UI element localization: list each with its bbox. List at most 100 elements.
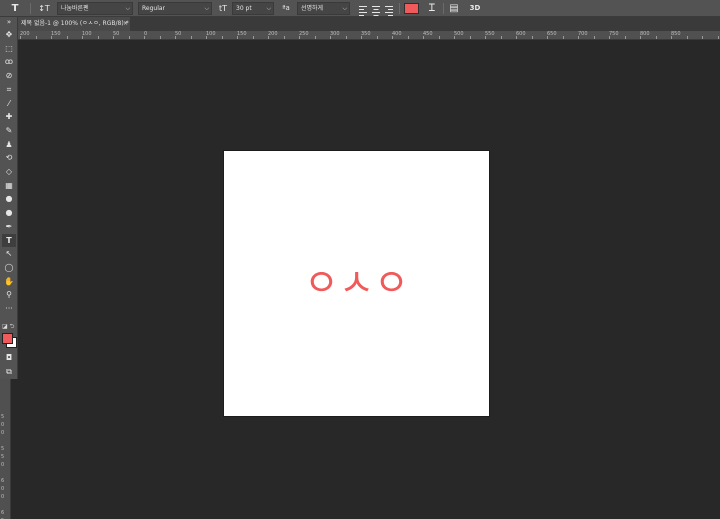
align-center-icon xyxy=(372,6,380,16)
collapse-panel-icon[interactable]: » xyxy=(2,17,16,27)
ellipse-tool-icon[interactable]: ◯ xyxy=(2,261,16,274)
ruler-tick xyxy=(376,36,378,39)
foreground-color-swatch[interactable] xyxy=(2,333,13,344)
ruler-tick xyxy=(206,36,207,39)
ruler-label: 150 xyxy=(51,31,61,37)
eyedropper-tool-icon[interactable]: ⁄ xyxy=(2,97,16,110)
ruler-label: 5 xyxy=(1,414,5,420)
ruler-tick xyxy=(35,36,37,39)
font-family-value: 나눔바른펜 xyxy=(61,5,89,12)
ruler-tick xyxy=(361,36,362,39)
ruler-tick xyxy=(423,36,424,39)
ruler-tick xyxy=(252,36,254,39)
divider xyxy=(30,3,31,14)
ruler-tick xyxy=(562,36,564,39)
ruler-tick xyxy=(454,36,455,39)
marquee-tool-icon[interactable]: ⬚ xyxy=(2,42,16,55)
zoom-tool-icon[interactable]: ⚲ xyxy=(2,288,16,301)
document-tab-bar: 제목 없음-1 @ 100% (ㅇㅅㅇ, RGB/8) * × xyxy=(18,17,720,31)
align-left-button[interactable] xyxy=(358,2,368,16)
dodge-tool-icon[interactable]: ● xyxy=(2,206,16,219)
ruler-label: 100 xyxy=(82,31,92,37)
brush-tool-icon[interactable]: ✎ xyxy=(2,124,16,137)
quick-select-tool-icon[interactable]: ⊘ xyxy=(2,69,16,82)
lasso-tool-icon[interactable]: ꝏ xyxy=(2,55,16,68)
ruler-tick xyxy=(578,36,579,39)
ruler-label: 0 xyxy=(1,486,5,492)
align-center-button[interactable] xyxy=(371,2,381,16)
default-colors-icon[interactable]: ◪ ⮌ xyxy=(2,324,18,330)
ruler-label: 700 xyxy=(578,31,588,37)
ruler-tick xyxy=(128,36,130,39)
horizontal-ruler[interactable]: 200 150 100 50 0 50 100 150 200 250 300 350 400 450 50… xyxy=(18,31,720,40)
ruler-label: 300 xyxy=(330,31,340,37)
ruler-label: 0 xyxy=(1,462,5,468)
document-canvas[interactable]: ㅇㅅㅇ xyxy=(223,150,490,417)
ruler-tick xyxy=(671,36,672,39)
font-size-dropdown[interactable]: 30 pt ⌵ xyxy=(232,2,274,15)
ruler-label: 0 xyxy=(1,494,5,500)
tools-panel: » ✥ ⬚ ꝏ ⊘ ⌗ ⁄ ✚ ✎ ♟ ⟲ ◇ ▦ ● ● ✒ T ↖ ◯ ✋ ⚲ ··· ◪ ⮌ ◘ ⧉ xyxy=(0,17,18,379)
align-right-icon xyxy=(385,6,393,16)
quick-mask-icon[interactable]: ◘ xyxy=(2,351,16,364)
ruler-tick xyxy=(547,36,548,39)
ruler-tick xyxy=(655,36,657,39)
ruler-label: 200 xyxy=(268,31,278,37)
ruler-label: 100 xyxy=(206,31,216,37)
ruler-label: 850 xyxy=(671,31,681,37)
healing-tool-icon[interactable]: ✚ xyxy=(2,110,16,123)
path-select-tool-icon[interactable]: ↖ xyxy=(2,247,16,260)
blur-tool-icon[interactable]: ● xyxy=(2,192,16,205)
font-style-dropdown[interactable]: Regular ⌵ xyxy=(138,2,212,15)
divider xyxy=(399,3,400,14)
ruler-label: 800 xyxy=(640,31,650,37)
align-left-icon xyxy=(359,6,367,16)
options-bar: T ↕T 나눔바른펜 ⌵ Regular ⌵ tT 30 pt ⌵ ªa 선명하게 ⌵ … xyxy=(0,0,720,17)
more-tools-tool-icon[interactable]: ··· xyxy=(2,302,16,315)
ruler-tick xyxy=(314,36,316,39)
ruler-tick xyxy=(686,36,688,39)
antialias-dropdown[interactable]: 선명하게 ⌵ xyxy=(297,2,350,15)
font-family-dropdown[interactable]: 나눔바른펜 ⌵ xyxy=(57,2,133,15)
hand-tool-icon[interactable]: ✋ xyxy=(2,275,16,288)
warp-text-icon[interactable]: Ꮖ xyxy=(426,2,438,15)
ruler-tick xyxy=(51,36,52,39)
text-orientation-icon[interactable]: ↕T xyxy=(37,2,51,15)
gradient-tool-icon[interactable]: ▦ xyxy=(2,179,16,192)
ruler-tick xyxy=(485,36,486,39)
canvas-text-layer[interactable]: ㅇㅅㅇ xyxy=(224,259,489,307)
font-style-value: Regular xyxy=(142,5,166,12)
move-tool-icon[interactable]: ✥ xyxy=(2,28,16,41)
chevron-down-icon: ⌵ xyxy=(125,5,130,12)
ruler-label: 5 xyxy=(1,446,5,452)
3d-button[interactable]: 3D xyxy=(468,2,482,15)
ruler-tick xyxy=(516,36,517,39)
character-panel-icon[interactable]: ▤ xyxy=(448,2,460,15)
screen-mode-icon[interactable]: ⧉ xyxy=(2,365,16,378)
font-size-value: 30 pt xyxy=(236,5,252,12)
document-tab[interactable]: 제목 없음-1 @ 100% (ㅇㅅㅇ, RGB/8) * × xyxy=(18,17,130,31)
ruler-label: 250 xyxy=(299,31,309,37)
text-color-swatch[interactable] xyxy=(404,3,419,14)
crop-tool-icon[interactable]: ⌗ xyxy=(2,83,16,96)
ruler-tick xyxy=(702,36,703,39)
eraser-tool-icon[interactable]: ◇ xyxy=(2,165,16,178)
pen-tool-icon[interactable]: ✒ xyxy=(2,220,16,233)
ruler-tick xyxy=(159,36,161,39)
ruler-tick xyxy=(531,36,533,39)
history-brush-tool-icon[interactable]: ⟲ xyxy=(2,151,16,164)
ruler-tick xyxy=(392,36,393,39)
type-tool-icon[interactable]: T xyxy=(2,233,16,247)
stamp-tool-icon[interactable]: ♟ xyxy=(2,138,16,151)
chevron-down-icon: ⌵ xyxy=(342,5,347,12)
ruler-label: 150 xyxy=(237,31,247,37)
ruler-tick xyxy=(221,36,223,39)
ruler-label: 650 xyxy=(547,31,557,37)
vertical-ruler[interactable]: 500550600650 xyxy=(0,379,11,519)
ruler-tick xyxy=(175,36,176,39)
close-icon[interactable]: × xyxy=(123,17,128,31)
type-tool-icon[interactable]: T xyxy=(8,2,22,15)
align-right-button[interactable] xyxy=(384,2,394,16)
ruler-tick xyxy=(469,36,471,39)
ruler-label: 350 xyxy=(361,31,371,37)
